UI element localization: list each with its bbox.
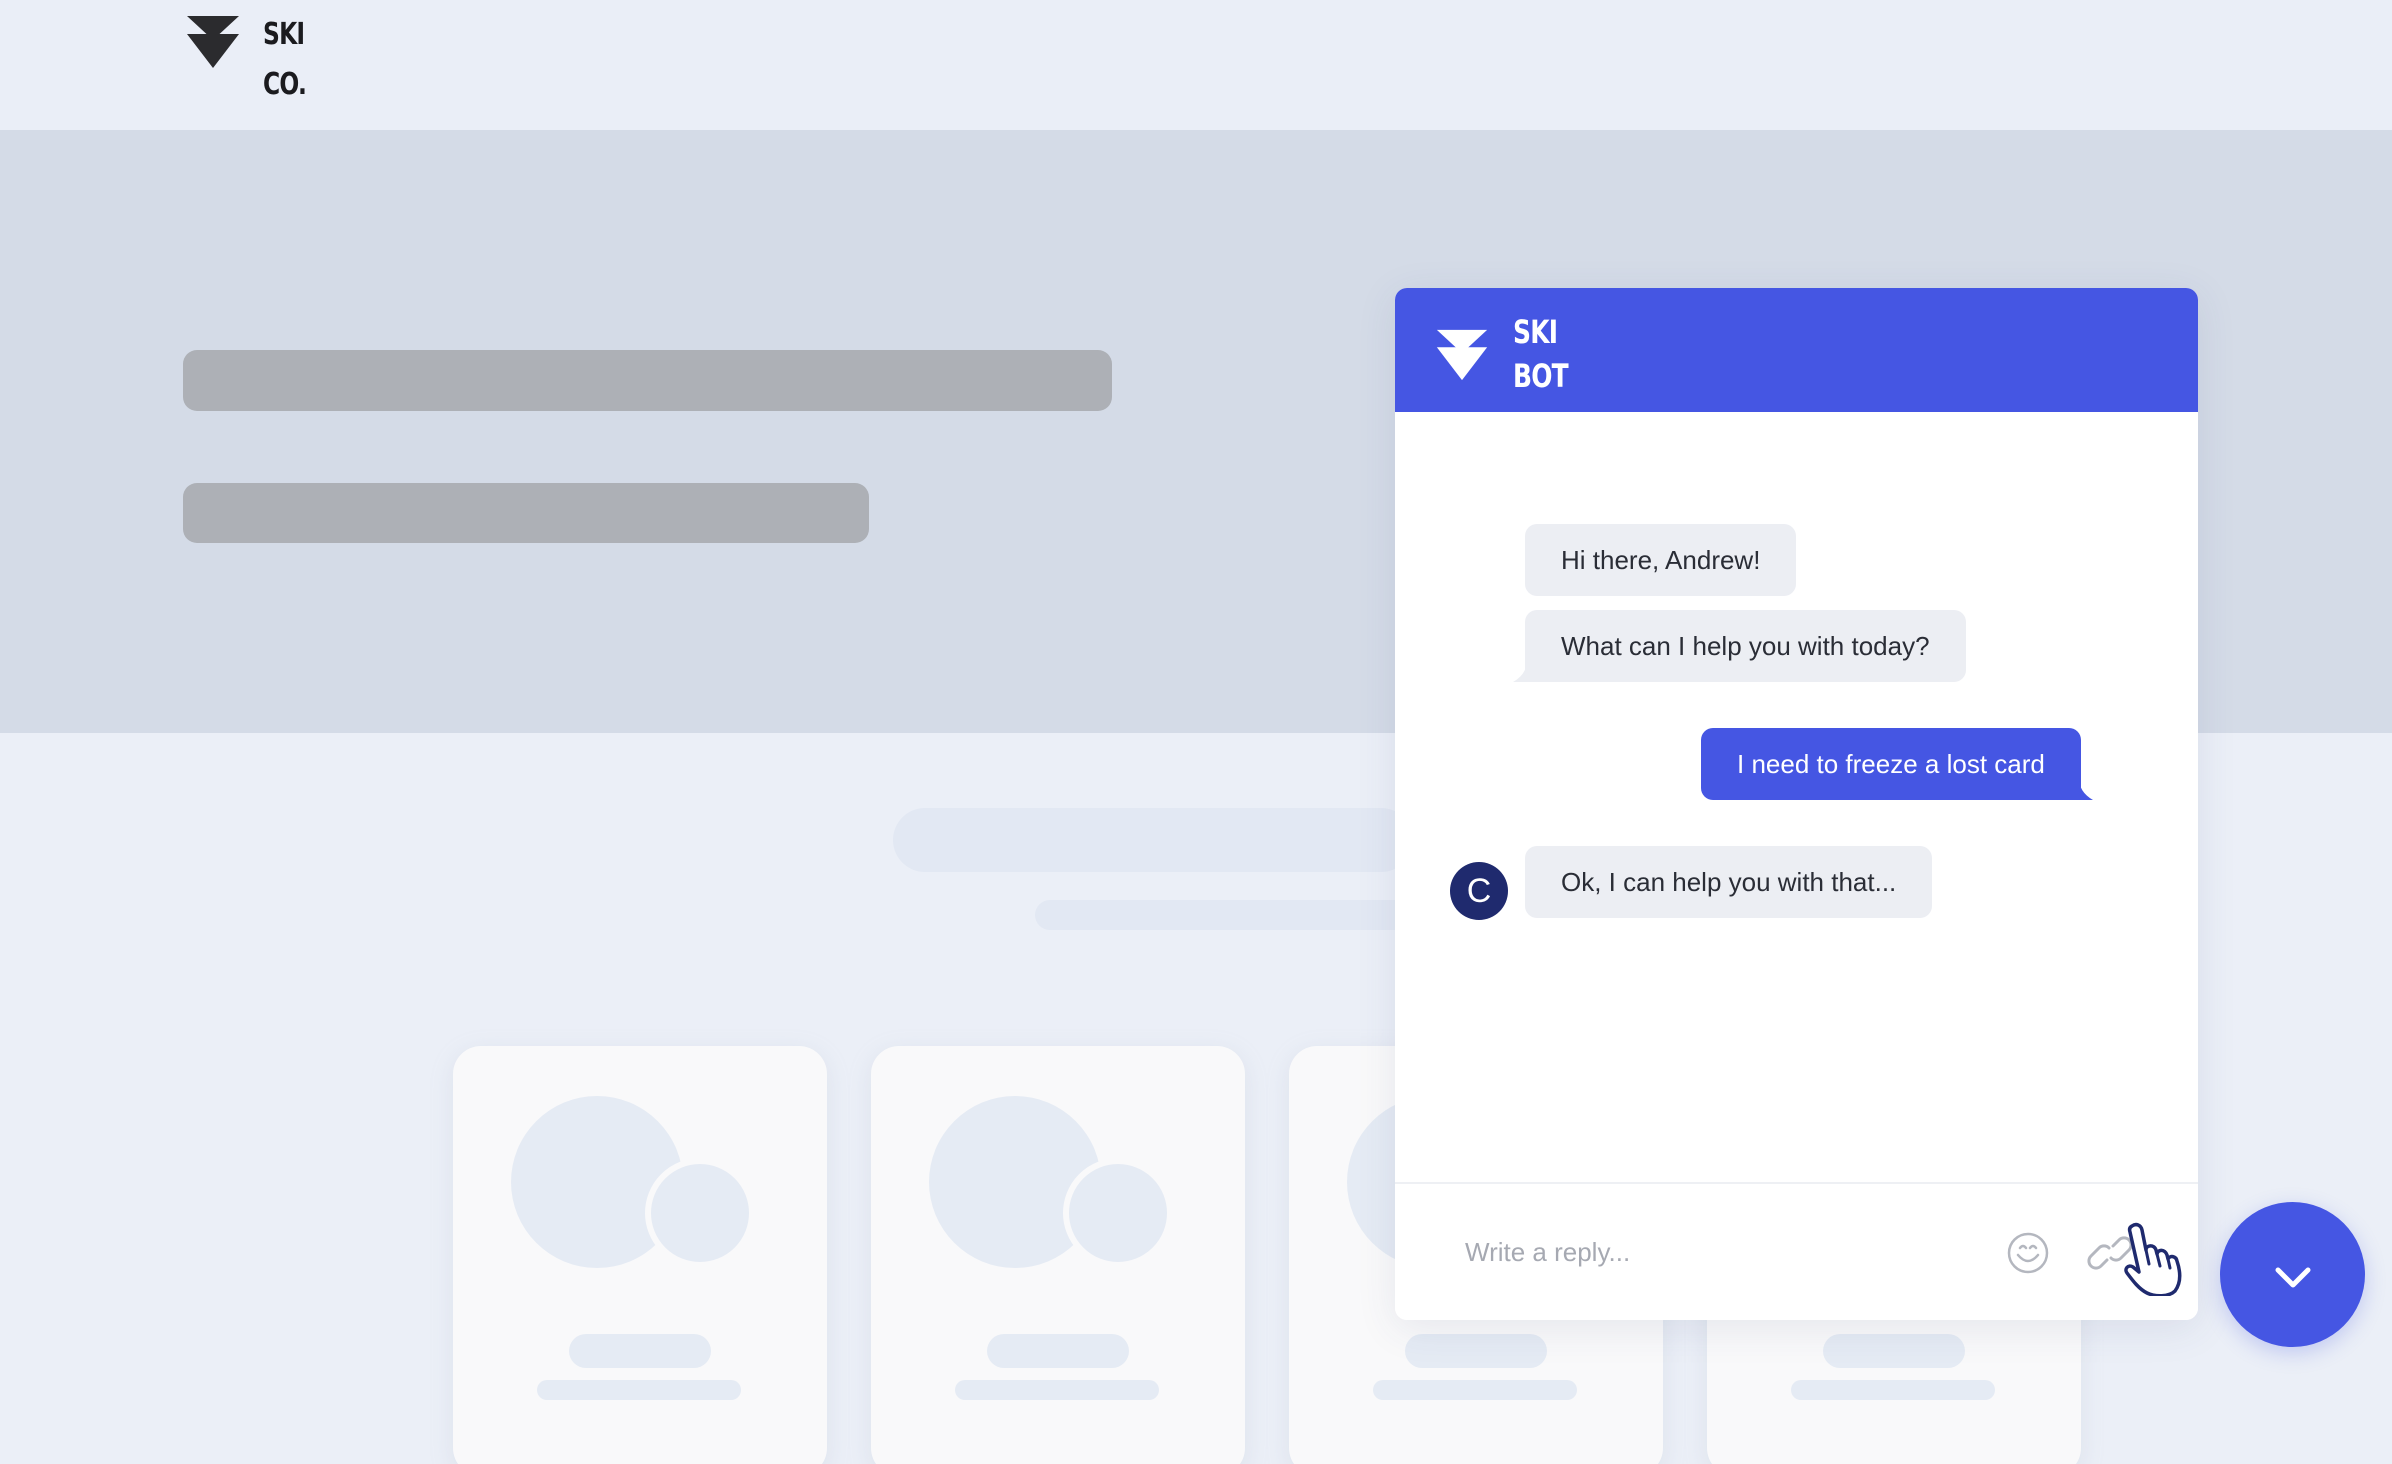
chat-title: SKI BOT — [1513, 310, 1569, 398]
card-text-placeholder — [1373, 1380, 1577, 1400]
card-text-placeholder — [955, 1380, 1159, 1400]
emoji-smile-icon[interactable] — [2005, 1230, 2051, 1276]
placeholder-card — [871, 1046, 1245, 1464]
site-logo[interactable]: SKI CO. — [183, 10, 318, 110]
chat-title-line1: SKI — [1513, 313, 1558, 351]
bot-message: What can I help you with today? — [1513, 610, 1966, 682]
card-image-placeholder — [1063, 1158, 1173, 1268]
card-title-placeholder — [1405, 1334, 1547, 1368]
message-text: I need to freeze a lost card — [1737, 749, 2045, 779]
card-title-placeholder — [1823, 1334, 1965, 1368]
bot-message: Ok, I can help you with that... — [1525, 846, 1933, 918]
agent-avatar: C — [1450, 862, 1508, 920]
chat-logo: SKI BOT — [1433, 310, 1583, 398]
hero-title-placeholder — [183, 350, 1112, 411]
hand-pointer-icon — [2124, 1222, 2182, 1296]
site-logo-line1: SKI — [263, 17, 305, 52]
ski-logo-icon — [187, 16, 239, 68]
site-header: SKI CO. — [0, 0, 2392, 130]
section-title-placeholder — [893, 808, 1413, 872]
section-subtitle-placeholder — [1035, 900, 1415, 930]
card-title-placeholder — [569, 1334, 711, 1368]
card-text-placeholder — [537, 1380, 741, 1400]
chat-widget: SKI BOT Hi there, Andrew! What can I hel… — [1395, 288, 2198, 1320]
site-logo-line2: CO. — [263, 67, 307, 102]
card-text-placeholder — [1791, 1380, 1995, 1400]
chat-collapse-button[interactable] — [2220, 1202, 2365, 1347]
chat-title-line2: BOT — [1513, 357, 1569, 395]
message-text: Ok, I can help you with that... — [1561, 867, 1897, 897]
card-title-placeholder — [987, 1334, 1129, 1368]
message-text: What can I help you with today? — [1561, 631, 1930, 661]
chevron-down-icon — [2275, 1267, 2311, 1288]
hero-subtitle-placeholder — [183, 483, 869, 543]
card-image-placeholder — [645, 1158, 755, 1268]
bubble-tail — [2068, 778, 2093, 800]
site-logo-text: SKI CO. — [263, 10, 307, 110]
placeholder-card — [453, 1046, 827, 1464]
bot-message: Hi there, Andrew! — [1525, 524, 1797, 596]
page: SKI CO. SKI BOT Hi there, Andrew! What c… — [0, 0, 2392, 1464]
message-text: Hi there, Andrew! — [1561, 545, 1761, 575]
chat-composer — [1395, 1182, 2198, 1320]
user-message: I need to freeze a lost card — [1701, 728, 2093, 800]
ski-logo-icon — [1436, 329, 1488, 381]
chat-header: SKI BOT — [1395, 288, 2198, 412]
bubble-tail — [1513, 660, 1537, 682]
reply-input[interactable] — [1465, 1224, 2005, 1280]
